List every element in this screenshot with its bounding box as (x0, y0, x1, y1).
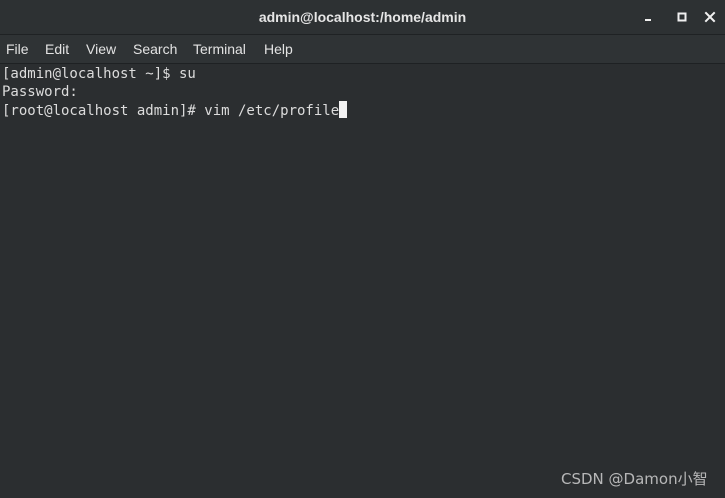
menu-bar: File Edit View Search Terminal Help (0, 35, 725, 64)
minimize-icon (645, 19, 651, 21)
terminal-line-3-text: [root@localhost admin]# vim /etc/profile (2, 103, 340, 119)
menu-view[interactable]: View (86, 41, 116, 58)
text-cursor (339, 101, 348, 118)
menu-help[interactable]: Help (264, 41, 293, 58)
terminal-line-1: [admin@localhost ~]$ su (2, 66, 196, 82)
close-icon (704, 11, 716, 23)
terminal-line-2: Password: (2, 84, 87, 100)
maximize-icon (677, 12, 687, 22)
window-title: admin@localhost:/home/admin (258, 9, 467, 25)
terminal-line-3: [root@localhost admin]# vim /etc/profile (2, 101, 348, 120)
minimize-button[interactable] (639, 9, 657, 25)
title-bar[interactable]: admin@localhost:/home/admin (0, 0, 725, 35)
terminal-area[interactable]: [admin@localhost ~]$ su Password: [root@… (0, 64, 725, 498)
menu-file[interactable]: File (6, 41, 29, 58)
close-button[interactable] (701, 9, 719, 25)
maximize-button[interactable] (673, 9, 691, 25)
menu-terminal[interactable]: Terminal (193, 41, 246, 58)
watermark: CSDN @Damon小智 (561, 470, 708, 488)
menu-search[interactable]: Search (133, 41, 177, 58)
terminal-window: admin@localhost:/home/admin File Edit Vi… (0, 0, 725, 498)
menu-edit[interactable]: Edit (45, 41, 69, 58)
scrollbar[interactable] (717, 64, 725, 498)
